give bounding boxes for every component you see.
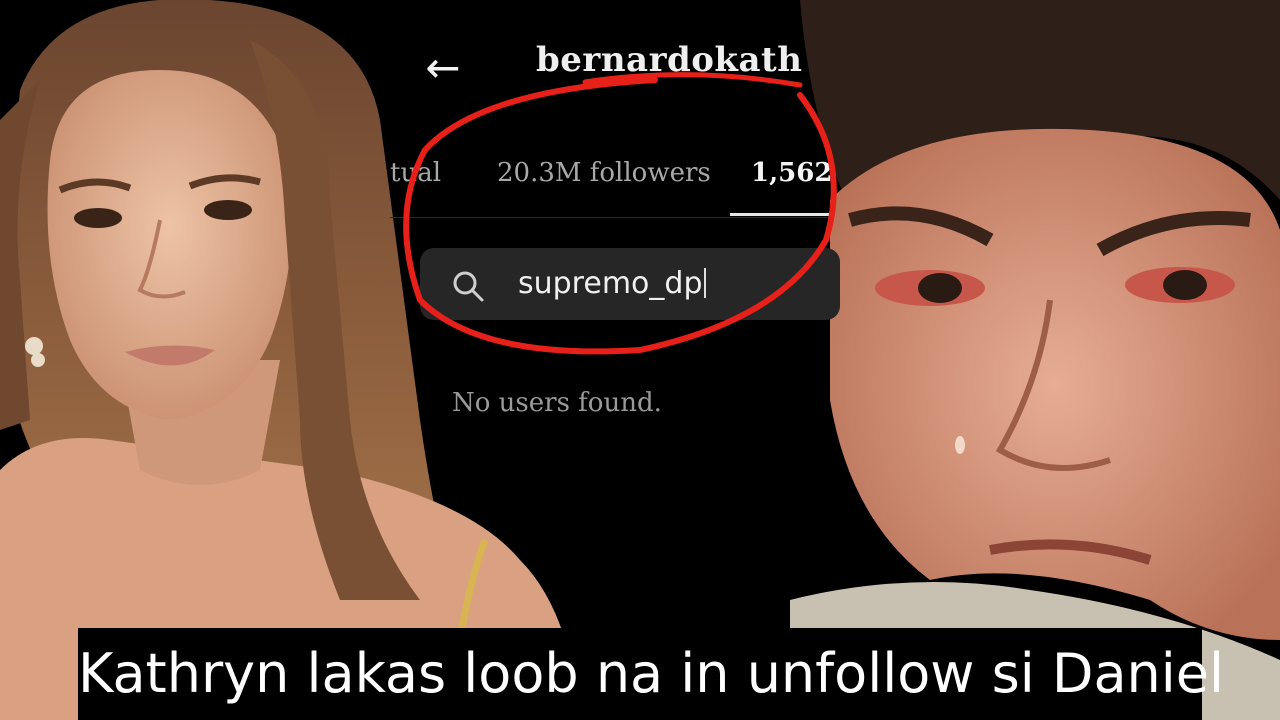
caption-text: Kathryn lakas loob na in unfollow si Dan… bbox=[78, 642, 1224, 705]
man-crying-photo bbox=[790, 0, 1280, 720]
search-icon bbox=[453, 271, 484, 302]
tab-following[interactable]: 1,562 bbox=[751, 158, 832, 188]
search-input[interactable]: supremo_dp bbox=[420, 248, 840, 320]
caption-banner: Kathryn lakas loob na in unfollow si Dan… bbox=[78, 628, 1224, 720]
arrow-left-icon[interactable]: ← bbox=[418, 45, 468, 91]
thumbnail-stage: ← bernardokath tual 20.3M followers 1,56… bbox=[0, 0, 1280, 720]
tab-mutual[interactable]: tual bbox=[390, 158, 441, 188]
search-input-value: supremo_dp bbox=[518, 266, 706, 301]
tab-followers[interactable]: 20.3M followers bbox=[497, 158, 711, 188]
follow-tabs: tual 20.3M followers 1,562 bbox=[390, 150, 832, 218]
tabs-divider bbox=[390, 217, 830, 218]
empty-results-message: No users found. bbox=[452, 388, 662, 418]
active-tab-indicator bbox=[730, 213, 830, 216]
profile-username: bernardokath bbox=[536, 40, 803, 80]
